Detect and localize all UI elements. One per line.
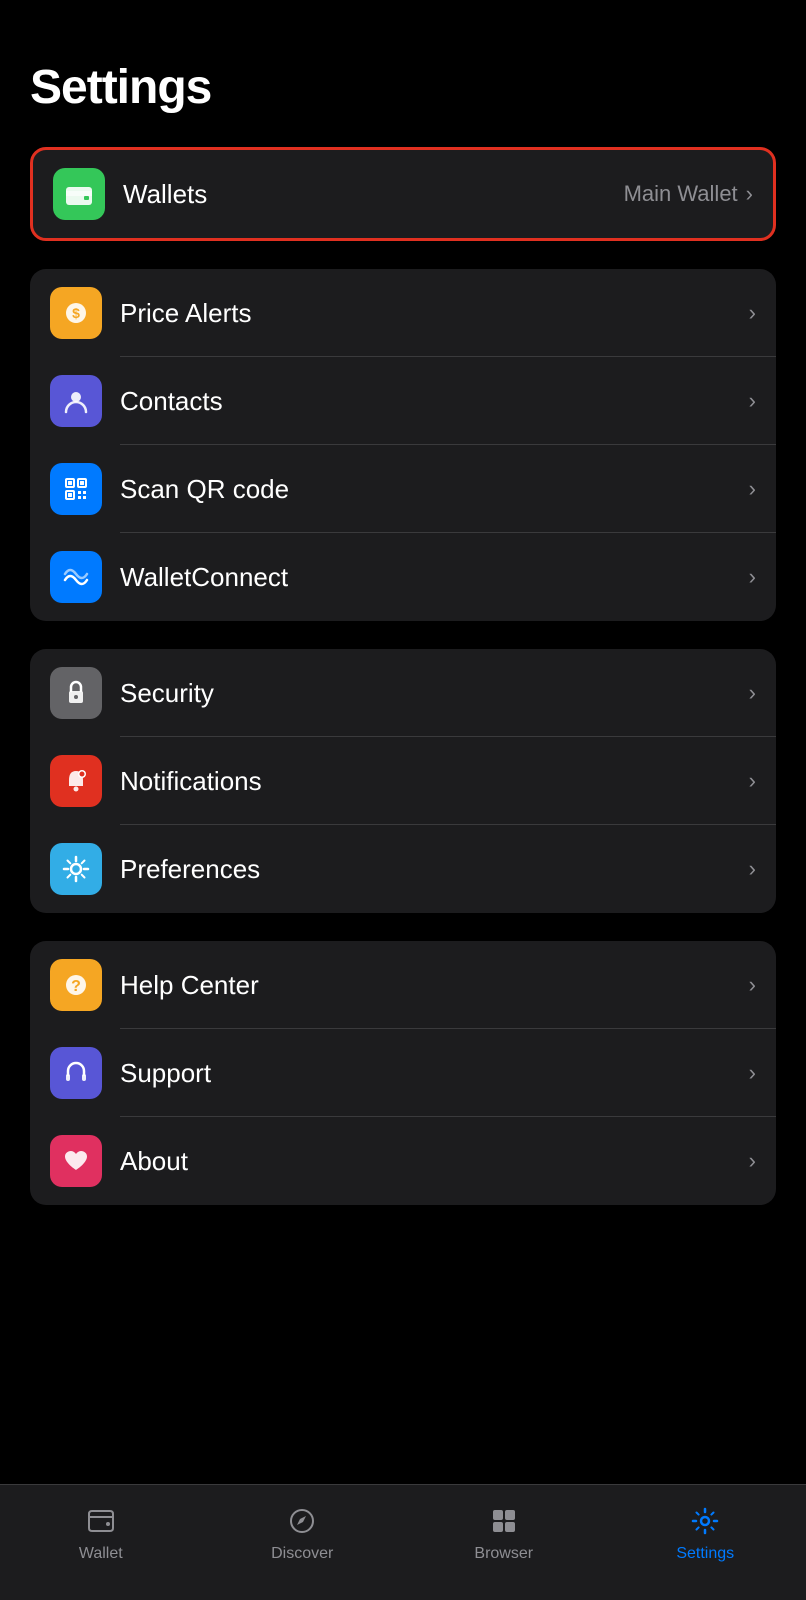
notifications-chevron: ›	[749, 768, 756, 794]
tab-bar: Wallet Discover Browser	[0, 1484, 806, 1600]
tab-wallet[interactable]: Wallet	[0, 1503, 202, 1563]
contacts-icon	[50, 375, 102, 427]
notifications-icon	[50, 755, 102, 807]
browser-tab-icon	[486, 1503, 522, 1539]
wallet-tab-icon	[83, 1503, 119, 1539]
wallet-tab-label: Wallet	[79, 1545, 123, 1563]
help-center-label: Help Center	[120, 970, 749, 1001]
preferences-row[interactable]: Preferences ›	[30, 825, 776, 913]
support-icon	[50, 1047, 102, 1099]
contacts-chevron: ›	[749, 388, 756, 414]
security-chevron: ›	[749, 680, 756, 706]
contacts-row[interactable]: Contacts ›	[30, 357, 776, 445]
preferences-label: Preferences	[120, 854, 749, 885]
support-label: Support	[120, 1058, 749, 1089]
wallets-value: Main Wallet	[624, 181, 738, 207]
settings-tab-icon	[687, 1503, 723, 1539]
discover-tab-icon	[284, 1503, 320, 1539]
scan-qr-row[interactable]: Scan QR code ›	[30, 445, 776, 533]
svg-text:$: $	[72, 305, 80, 321]
wallet-connect-chevron: ›	[749, 564, 756, 590]
content-area: Settings Wallets Main Wallet ›	[0, 0, 806, 1484]
about-label: About	[120, 1146, 749, 1177]
section-group-3: ? Help Center › Support ›	[30, 941, 776, 1205]
wallet-connect-icon	[50, 551, 102, 603]
svg-text:?: ?	[71, 978, 81, 995]
help-center-chevron: ›	[749, 972, 756, 998]
help-center-row[interactable]: ? Help Center ›	[30, 941, 776, 1029]
notifications-row[interactable]: Notifications ›	[30, 737, 776, 825]
scan-qr-chevron: ›	[749, 476, 756, 502]
security-label: Security	[120, 678, 749, 709]
security-icon	[50, 667, 102, 719]
price-alerts-row[interactable]: $ Price Alerts ›	[30, 269, 776, 357]
wallet-connect-row[interactable]: WalletConnect ›	[30, 533, 776, 621]
about-icon	[50, 1135, 102, 1187]
about-chevron: ›	[749, 1148, 756, 1174]
wallets-label: Wallets	[123, 179, 624, 210]
wallets-row[interactable]: Wallets Main Wallet ›	[30, 147, 776, 241]
wallet-connect-label: WalletConnect	[120, 562, 749, 593]
wallets-icon	[53, 168, 105, 220]
contacts-label: Contacts	[120, 386, 749, 417]
notifications-label: Notifications	[120, 766, 749, 797]
support-chevron: ›	[749, 1060, 756, 1086]
tab-browser[interactable]: Browser	[403, 1503, 605, 1563]
support-row[interactable]: Support ›	[30, 1029, 776, 1117]
page-title: Settings	[30, 60, 776, 115]
settings-tab-label: Settings	[676, 1545, 734, 1563]
price-alerts-chevron: ›	[749, 300, 756, 326]
browser-tab-label: Browser	[474, 1545, 533, 1563]
settings-page: Settings Wallets Main Wallet ›	[0, 0, 806, 1600]
preferences-icon	[50, 843, 102, 895]
scan-qr-icon	[50, 463, 102, 515]
scan-qr-label: Scan QR code	[120, 474, 749, 505]
discover-tab-label: Discover	[271, 1545, 333, 1563]
section-group-1: $ Price Alerts › Contacts ›	[30, 269, 776, 621]
price-alerts-icon: $	[50, 287, 102, 339]
security-row[interactable]: Security ›	[30, 649, 776, 737]
help-center-icon: ?	[50, 959, 102, 1011]
about-row[interactable]: About ›	[30, 1117, 776, 1205]
section-group-2: Security › Notifications ›	[30, 649, 776, 913]
tab-settings[interactable]: Settings	[605, 1503, 806, 1563]
tab-discover[interactable]: Discover	[202, 1503, 404, 1563]
price-alerts-label: Price Alerts	[120, 298, 749, 329]
wallets-chevron: ›	[746, 181, 753, 207]
preferences-chevron: ›	[749, 856, 756, 882]
